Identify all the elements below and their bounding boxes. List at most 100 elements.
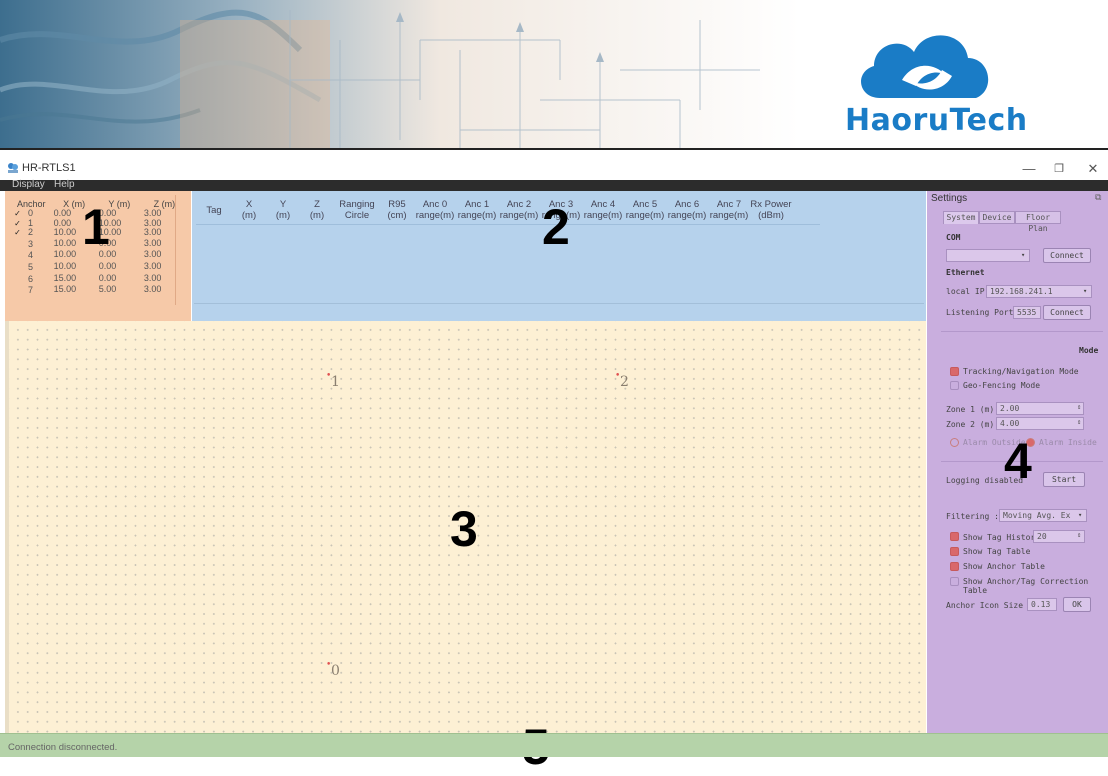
- anchor-x-cell[interactable]: 15.00: [52, 284, 97, 296]
- tag-table-scrollbar[interactable]: [194, 303, 924, 313]
- anchor-y-cell[interactable]: 0.00: [97, 261, 142, 273]
- show-tag-history-checkbox[interactable]: [950, 532, 959, 541]
- zone1-label: Zone 1 (m): [946, 405, 995, 414]
- status-text: Connection disconnected.: [8, 742, 118, 753]
- tag-table-header: Tag X (m) Y (m) Z (m) Ranging Circle R95 (cm) Anc 0…: [196, 199, 820, 225]
- unchecked-checkbox-icon[interactable]: [13, 284, 22, 293]
- float-icon[interactable]: ⧉: [1095, 193, 1101, 203]
- anchor-row[interactable]: 7 15.00 5.00 3.00: [11, 284, 187, 296]
- anchor-cell[interactable]: 3: [11, 238, 52, 250]
- mode-label: Mode: [1079, 346, 1099, 355]
- ethernet-label: Ethernet: [946, 268, 985, 277]
- show-anchor-table-label: Show Anchor Table: [963, 562, 1045, 571]
- tab-system[interactable]: System: [943, 211, 979, 224]
- checked-checkbox-icon[interactable]: ✓: [13, 209, 22, 218]
- zone1-spinbox[interactable]: 2.00: [996, 402, 1084, 415]
- divider: [941, 331, 1103, 332]
- anchor-row[interactable]: 5 10.00 0.00 3.00: [11, 261, 187, 273]
- tab-device[interactable]: Device: [979, 211, 1015, 224]
- tag-col-header[interactable]: X (m): [232, 199, 266, 224]
- unchecked-checkbox-icon[interactable]: [13, 261, 22, 270]
- alarm-outside-radio[interactable]: [950, 438, 959, 447]
- region-label-3: 3: [450, 501, 478, 557]
- tag-col-header[interactable]: Z (m): [300, 199, 334, 224]
- show-tag-table-checkbox[interactable]: [950, 547, 959, 556]
- spin-arrows-icon[interactable]: ⇕: [1077, 531, 1081, 539]
- anchor-y-cell[interactable]: 0.00: [97, 273, 142, 285]
- anchor-cell[interactable]: ✓ 2: [11, 227, 52, 238]
- anchor-id: 5: [28, 261, 34, 272]
- com-select[interactable]: [946, 249, 1030, 262]
- unchecked-checkbox-icon[interactable]: [13, 273, 22, 282]
- tag-col-header[interactable]: Anc 5 range(m): [624, 199, 666, 224]
- settings-title: Settings: [931, 193, 968, 204]
- anchor-id: 7: [28, 285, 34, 296]
- tag-col-header[interactable]: Anc 7 range(m): [708, 199, 750, 224]
- anchor-cell[interactable]: 6: [11, 273, 52, 285]
- anchor-cell[interactable]: 7: [11, 284, 52, 296]
- tag-col-header-line: Rx Power: [750, 199, 792, 210]
- menu-help[interactable]: Help: [54, 179, 75, 190]
- anchor-table-scrollbar[interactable]: [175, 195, 185, 305]
- anchor-col-header: Anchor: [17, 198, 46, 209]
- minimize-button[interactable]: —: [1014, 158, 1044, 180]
- anchor-x-cell[interactable]: 15.00: [52, 273, 97, 285]
- tag-col-header[interactable]: Rx Power (dBm): [750, 199, 792, 224]
- com-label: COM: [946, 233, 961, 242]
- anchor-cell[interactable]: 5: [11, 261, 52, 273]
- local-ip-label: local IP: [946, 287, 985, 296]
- show-correction-table-checkbox[interactable]: [950, 577, 959, 586]
- tag-col-header-line: Ranging: [339, 199, 375, 210]
- tag-col-header[interactable]: Anc 4 range(m): [582, 199, 624, 224]
- menu-display[interactable]: Display: [12, 179, 45, 190]
- tag-col-header[interactable]: Anc 1 range(m): [456, 199, 498, 224]
- unchecked-checkbox-icon[interactable]: [13, 238, 22, 247]
- tag-col-header[interactable]: R95 (cm): [380, 199, 414, 224]
- anchor-id: 0: [28, 208, 34, 218]
- checked-checkbox-icon[interactable]: ✓: [13, 219, 22, 228]
- tag-col-header-line: (m): [241, 210, 257, 221]
- floor-anchor[interactable]: • 2: [615, 371, 629, 390]
- chevron-down-icon: ▾: [1021, 251, 1026, 259]
- filtering-select[interactable]: Moving Avg. Ex: [999, 509, 1087, 522]
- anchor-icon-size-field[interactable]: 0.13: [1027, 598, 1057, 611]
- local-ip-select[interactable]: 192.168.241.1: [986, 285, 1092, 298]
- zone2-spinbox[interactable]: 4.00: [996, 417, 1084, 430]
- region-label-2: 2: [542, 199, 570, 255]
- anchor-row[interactable]: 6 15.00 0.00 3.00: [11, 273, 187, 285]
- floor-anchor[interactable]: • 1: [326, 371, 340, 390]
- tag-col-header[interactable]: Ranging Circle: [334, 199, 380, 224]
- anchor-y-cell[interactable]: 5.00: [97, 284, 142, 296]
- ok-button[interactable]: OK: [1063, 597, 1091, 612]
- anchor-cell[interactable]: 4: [11, 249, 52, 261]
- anchor-x-cell[interactable]: 10.00: [52, 261, 97, 273]
- tag-col-header[interactable]: Y (m): [266, 199, 300, 224]
- tab-floor-plan[interactable]: Floor Plan: [1015, 211, 1061, 233]
- ethernet-connect-button[interactable]: Connect: [1043, 305, 1091, 320]
- anchor-label: 1: [331, 374, 340, 390]
- logging-start-button[interactable]: Start: [1043, 472, 1085, 487]
- tag-col-header-line: (m): [309, 210, 325, 221]
- show-anchor-table-checkbox[interactable]: [950, 562, 959, 571]
- tag-col-header[interactable]: Anc 6 range(m): [666, 199, 708, 224]
- tag-col-header-line: range(m): [709, 210, 749, 221]
- maximize-button[interactable]: ❐: [1044, 158, 1074, 180]
- tracking-mode-checkbox[interactable]: [950, 367, 959, 376]
- listening-port-field[interactable]: 5535: [1013, 306, 1041, 319]
- com-connect-button[interactable]: Connect: [1043, 248, 1091, 263]
- window-titlebar: HR-RTLS1 — ❐ ✕: [0, 158, 1108, 180]
- banner-divider: [0, 148, 1108, 150]
- floor-anchor[interactable]: • 0: [326, 660, 340, 679]
- tag-col-header[interactable]: Anc 0 range(m): [414, 199, 456, 224]
- chevron-down-icon: ▾: [1083, 287, 1088, 295]
- geofencing-mode-checkbox[interactable]: [950, 381, 959, 390]
- tag-col-header[interactable]: Tag: [196, 199, 232, 224]
- checked-checkbox-icon[interactable]: ✓: [13, 228, 22, 237]
- listening-port-label: Listening Port: [946, 308, 1014, 317]
- spin-arrows-icon[interactable]: ⇕: [1077, 403, 1081, 411]
- close-button[interactable]: ✕: [1078, 158, 1108, 180]
- tag-col-header[interactable]: Anc 2 range(m): [498, 199, 540, 224]
- spin-arrows-icon[interactable]: ⇕: [1077, 418, 1081, 426]
- unchecked-checkbox-icon[interactable]: [13, 249, 22, 258]
- geofencing-mode-label: Geo-Fencing Mode: [963, 381, 1041, 390]
